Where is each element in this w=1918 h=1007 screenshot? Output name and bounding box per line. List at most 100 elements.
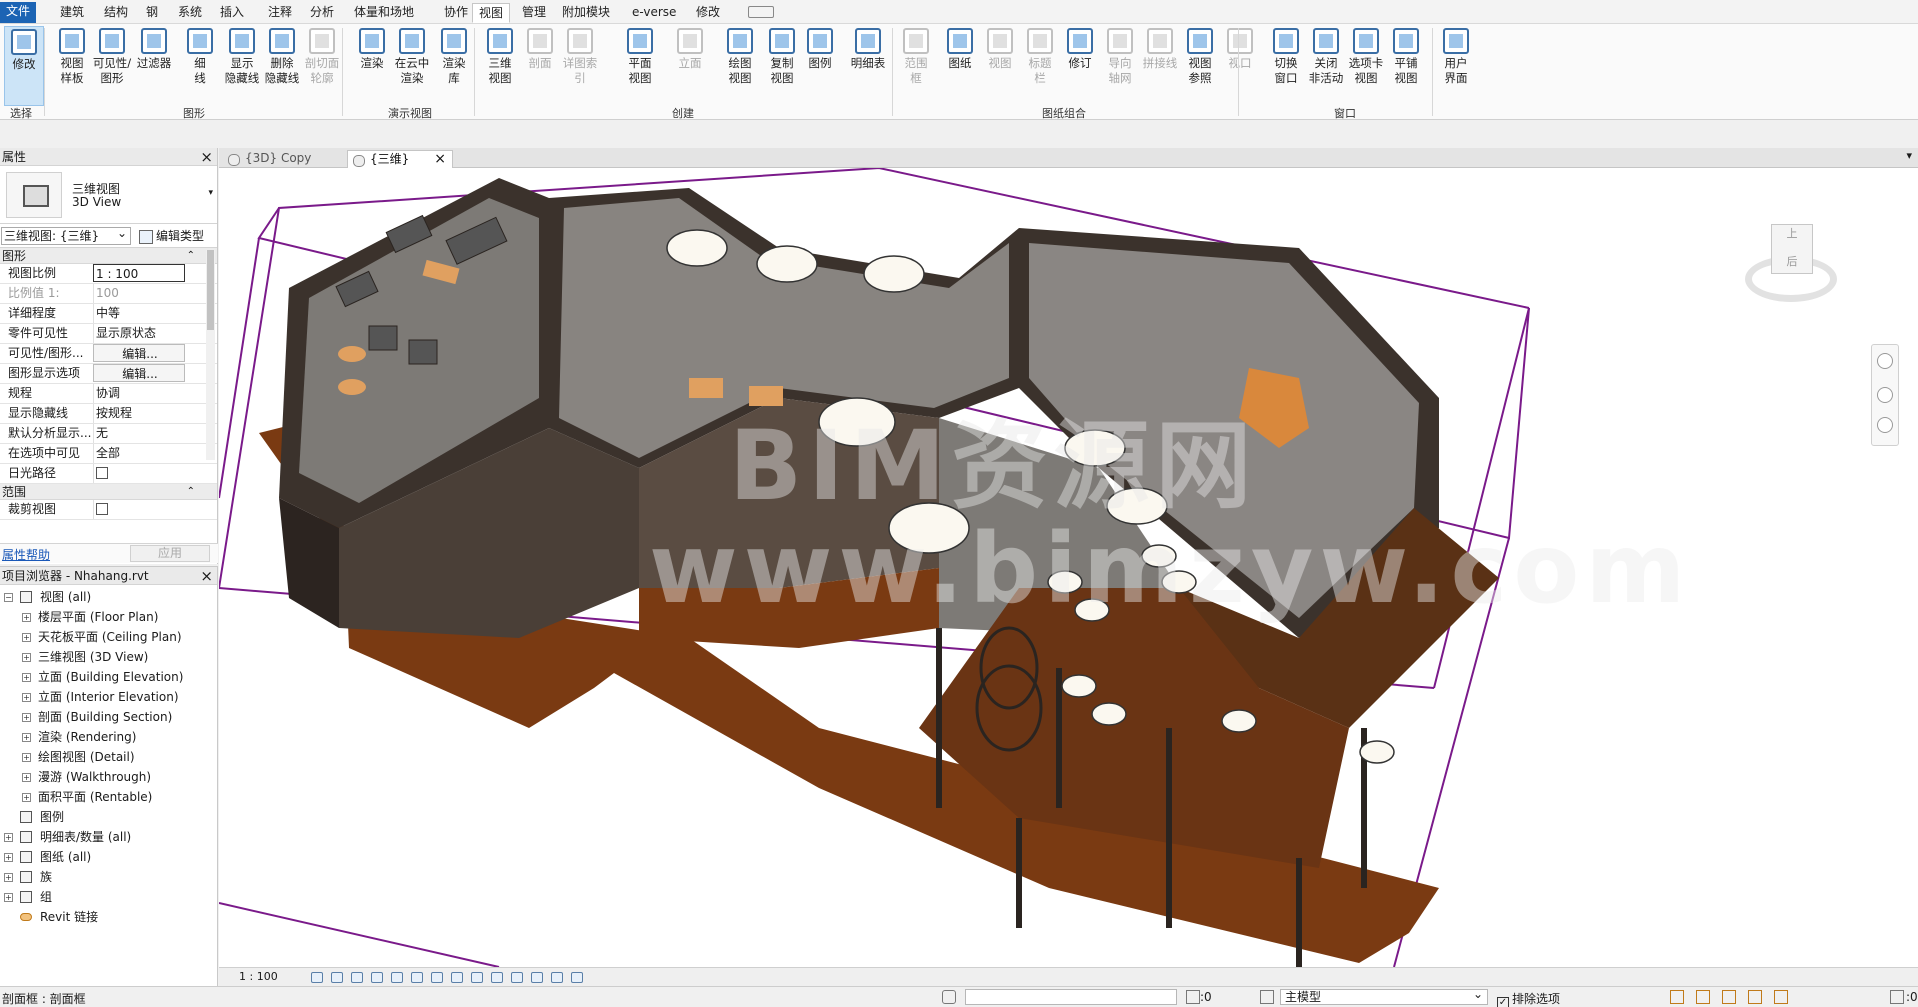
view-cube-face[interactable]: 上 后 bbox=[1771, 224, 1813, 274]
edit-type-button[interactable]: 编辑类型 bbox=[136, 227, 204, 245]
select-underlay-icon[interactable] bbox=[1696, 990, 1710, 1004]
ribbon-button-3[interactable]: 过滤器 bbox=[134, 26, 174, 106]
expand-icon[interactable]: + bbox=[22, 793, 31, 802]
browser-tree-item[interactable]: Revit 链接 bbox=[0, 907, 218, 927]
property-value[interactable]: 无 bbox=[93, 424, 185, 443]
select-links-icon[interactable] bbox=[1670, 990, 1684, 1004]
show-analytical-model-icon[interactable] bbox=[531, 972, 543, 983]
lock-3d-view-icon[interactable] bbox=[451, 972, 463, 983]
ribbon-button-33[interactable]: 用户 界面 bbox=[1436, 26, 1476, 106]
zoom-icon[interactable] bbox=[1877, 387, 1893, 403]
instance-selector[interactable]: 三维视图: {三维} bbox=[1, 225, 131, 245]
ribbon-button-29[interactable]: 切换 窗口 bbox=[1266, 26, 1306, 106]
menu-tab-10[interactable]: 视图 bbox=[472, 3, 511, 23]
ribbon-button-26[interactable]: 拼接线 bbox=[1140, 26, 1180, 106]
drag-on-select-icon[interactable] bbox=[1774, 990, 1788, 1004]
filter-icon[interactable] bbox=[1890, 990, 1904, 1004]
edit-button[interactable]: 编辑... bbox=[93, 344, 185, 362]
select-pinned-icon[interactable] bbox=[1722, 990, 1736, 1004]
active-model-select[interactable]: 主模型 bbox=[1280, 987, 1488, 1005]
view-scale[interactable]: 1 : 100 bbox=[239, 970, 278, 983]
collapse-icon[interactable]: ⌃ bbox=[187, 248, 195, 264]
ribbon-button-24[interactable]: 修订 bbox=[1060, 26, 1100, 106]
property-value[interactable] bbox=[93, 500, 185, 519]
menu-tab-14[interactable]: 修改 bbox=[690, 3, 726, 23]
expand-icon[interactable]: + bbox=[22, 733, 31, 742]
sun-path-checkbox[interactable] bbox=[96, 466, 108, 479]
ribbon-button-11[interactable]: 三维 视图 bbox=[480, 26, 520, 106]
workset-selector[interactable] bbox=[965, 989, 1177, 1005]
ribbon-button-0[interactable]: 修改 bbox=[4, 26, 44, 106]
browser-tree-item[interactable]: + 楼层平面 (Floor Plan) bbox=[0, 607, 218, 627]
select-by-face-icon[interactable] bbox=[1748, 990, 1762, 1004]
menu-tab-8[interactable]: 体量和场地 bbox=[348, 3, 420, 23]
browser-tree-item[interactable]: + 三维视图 (3D View) bbox=[0, 647, 218, 667]
expand-icon[interactable]: + bbox=[22, 713, 31, 722]
edit-button[interactable]: 编辑... bbox=[93, 364, 185, 382]
ribbon-button-1[interactable]: 视图 样板 bbox=[52, 26, 92, 106]
3d-view-canvas[interactable]: BIM资源网 www.bimzyw.com 上 后 bbox=[219, 168, 1918, 967]
menu-tab-11[interactable]: 管理 bbox=[516, 3, 552, 23]
crop-view-icon[interactable] bbox=[411, 972, 423, 983]
close-icon[interactable]: × bbox=[200, 148, 213, 166]
ribbon-button-18[interactable]: 图例 bbox=[800, 26, 840, 106]
browser-tree-item[interactable]: 图例 bbox=[0, 807, 218, 827]
ribbon-button-25[interactable]: 导向 轴网 bbox=[1100, 26, 1140, 106]
expand-icon[interactable]: + bbox=[22, 773, 31, 782]
ribbon-button-22[interactable]: 视图 bbox=[980, 26, 1020, 106]
ribbon-button-2[interactable]: 可见性/ 图形 bbox=[92, 26, 132, 106]
ribbon-button-17[interactable]: 复制 视图 bbox=[762, 26, 802, 106]
expand-icon[interactable]: + bbox=[22, 653, 31, 662]
menu-tab-4[interactable]: 系统 bbox=[172, 3, 208, 23]
highlight-displacement-icon[interactable] bbox=[551, 972, 563, 983]
property-value[interactable]: 1 : 100 bbox=[93, 264, 185, 282]
browser-tree-item[interactable]: + 天花板平面 (Ceiling Plan) bbox=[0, 627, 218, 647]
ribbon-button-21[interactable]: 图纸 bbox=[940, 26, 980, 106]
apply-button[interactable]: 应用 bbox=[130, 545, 210, 562]
expand-icon[interactable]: + bbox=[22, 673, 31, 682]
ribbon-button-12[interactable]: 剖面 bbox=[520, 26, 560, 106]
expand-icon[interactable]: + bbox=[4, 833, 13, 842]
ribbon-button-5[interactable]: 显示 隐藏线 bbox=[222, 26, 262, 106]
ribbon-group-label[interactable]: 选择 bbox=[2, 105, 40, 120]
collapse-icon[interactable]: − bbox=[4, 593, 13, 602]
type-selector[interactable]: 三维视图 3D View ▾ bbox=[0, 166, 217, 224]
ribbon-button-4[interactable]: 细 线 bbox=[180, 26, 220, 106]
expand-icon[interactable]: + bbox=[4, 893, 13, 902]
ribbon-button-6[interactable]: 删除 隐藏线 bbox=[262, 26, 302, 106]
crop-view-checkbox[interactable] bbox=[96, 502, 108, 515]
browser-tree-item[interactable]: + 绘图视图 (Detail) bbox=[0, 747, 218, 767]
menu-tab-2[interactable]: 结构 bbox=[98, 3, 134, 23]
property-value[interactable] bbox=[93, 464, 185, 483]
section-extents-header[interactable]: 范围 ⌃ bbox=[0, 484, 217, 500]
menu-tab-13[interactable]: e-verse bbox=[626, 3, 682, 23]
menu-tab-3[interactable]: 钢 bbox=[140, 3, 164, 23]
expand-icon[interactable]: + bbox=[4, 853, 13, 862]
nav-bar-options-icon[interactable] bbox=[1877, 417, 1893, 433]
ribbon-button-32[interactable]: 平铺 视图 bbox=[1386, 26, 1426, 106]
menu-tab-7[interactable]: 分析 bbox=[304, 3, 340, 23]
property-value[interactable]: 按规程 bbox=[93, 404, 185, 423]
property-value[interactable]: 全部 bbox=[93, 444, 185, 463]
collapse-icon[interactable]: ⌃ bbox=[187, 484, 195, 500]
ribbon-button-28[interactable]: 视口 bbox=[1220, 26, 1260, 106]
view-cube[interactable]: 上 后 bbox=[1739, 216, 1837, 306]
menu-tab-0[interactable]: 文件 bbox=[0, 2, 37, 23]
shadows-icon[interactable] bbox=[371, 972, 383, 983]
exclude-options-checkbox[interactable]: ✓ bbox=[1497, 997, 1509, 1007]
temporary-hide-icon[interactable] bbox=[471, 972, 483, 983]
browser-tree-item[interactable]: + 组 bbox=[0, 887, 218, 907]
filter-selection-icon[interactable] bbox=[1186, 990, 1200, 1004]
properties-help-link[interactable]: 属性帮助 bbox=[2, 546, 50, 563]
properties-scrollbar[interactable] bbox=[206, 250, 215, 460]
design-options-icon[interactable] bbox=[1260, 990, 1274, 1004]
browser-tree-item[interactable]: + 渲染 (Rendering) bbox=[0, 727, 218, 747]
tab-list-menu-icon[interactable]: ▾ bbox=[1906, 149, 1912, 162]
show-crop-region-icon[interactable] bbox=[431, 972, 443, 983]
browser-tree-item[interactable]: + 族 bbox=[0, 867, 218, 887]
ribbon-button-10[interactable]: 渲染 库 bbox=[434, 26, 474, 106]
quick-access-dropdown-icon[interactable] bbox=[748, 6, 774, 18]
temporary-properties-icon[interactable] bbox=[511, 972, 523, 983]
ribbon-button-8[interactable]: 渲染 bbox=[352, 26, 392, 106]
menu-tab-5[interactable]: 插入 bbox=[214, 3, 250, 23]
